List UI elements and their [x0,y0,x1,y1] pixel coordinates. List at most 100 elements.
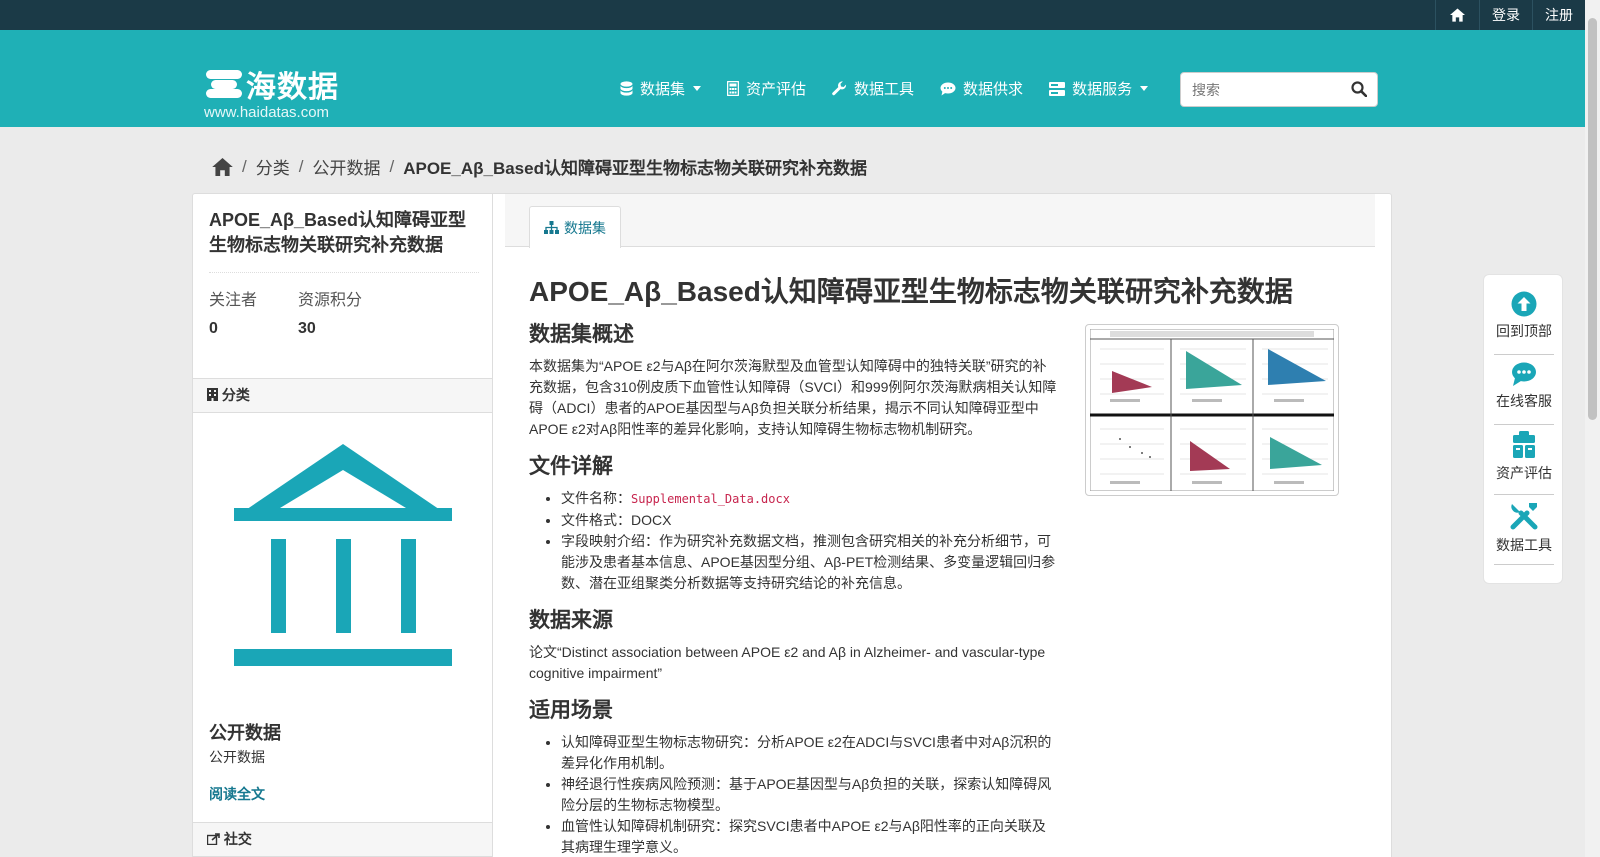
nav-item-data-services[interactable]: 数据服务 [1049,78,1149,99]
wrench-icon [832,81,847,96]
nav-label: 数据供求 [963,81,1024,98]
section-title: 分类 [221,387,250,403]
institution-icon [234,444,452,666]
breadcrumb-separator: / [298,156,304,176]
breadcrumb: / 分类 / 公开数据 / APOE_Aβ_Based认知障碍亚型生物标志物关联… [212,154,867,179]
list-item: 字段映射介绍：作为研究补充数据文档，推测包含研究相关的补充分析细节，可能涉及患者… [561,531,1059,594]
stat-points: 资源积分 30 [298,286,387,338]
category-description: 公开数据 [209,749,265,765]
page-title: APOE_Aβ_Based认知障碍亚型生物标志物关联研究补充数据 [529,276,1293,307]
asset-eval-button[interactable]: 资产评估 [1494,431,1554,495]
overview-text: 本数据集为“APOE ε2与Aβ在阿尔茨海默型及血管型认知障碍中的独特关联”研究… [529,358,1057,437]
search-input[interactable] [1181,73,1341,106]
chart-thumbnail-image [1089,328,1335,492]
data-tools-button[interactable]: 数据工具 [1494,501,1554,565]
heading-overview: 数据集概述 [529,323,634,346]
file-name-label: 文件名称： [561,490,631,506]
content-area: 数据集 APOE_Aβ_Based认知障碍亚型生物标志物关联研究补充数据 数据集… [493,194,1391,857]
main-nav: 数据集 资产评估 数据工具 数据供求 数据服务 [620,78,1174,99]
arrow-up-circle-icon [1511,291,1537,317]
floating-toolbar: 回到顶部 在线客服 资产评估 数据工具 [1483,274,1563,584]
heading-files: 文件详解 [529,455,613,478]
stats: 关注者 0 资源积分 30 [209,286,387,338]
nav-item-datasets[interactable]: 数据集 [620,78,702,99]
float-label: 在线客服 [1496,393,1552,409]
nav-label: 数据工具 [854,81,915,98]
list-item: 文件格式：DOCX [561,510,1059,531]
breadcrumb-separator: / [389,156,395,176]
sitemap-icon [544,221,559,234]
list-item: 文件名称：Supplemental_Data.docx [561,488,1059,510]
brand-name: 海数据 [246,71,339,104]
breadcrumb-public-data[interactable]: 公开数据 [312,154,380,179]
building-icon [207,388,218,401]
sidebar-title: APOE_Aβ_Based认知障碍亚型生物标志物关联研究补充数据 [209,210,467,255]
login-link[interactable]: 登录 [1479,0,1532,30]
logo-mark-icon [206,70,242,98]
page-scrollbar[interactable] [1585,0,1600,857]
float-label: 回到顶部 [1496,323,1552,339]
read-more-link[interactable]: 阅读全文 [209,784,265,804]
nav-item-asset-eval[interactable]: 资产评估 [727,78,806,99]
tabs-bar: 数据集 [505,194,1375,248]
file-details-list: 文件名称：Supplemental_Data.docx 文件格式：DOCX 字段… [561,488,1059,594]
stat-followers: 关注者 0 [209,286,298,338]
category-section-header: 分类 [193,378,492,413]
dataset-thumbnail[interactable] [1085,324,1339,496]
masthead: 海数据 www.haidatas.com 数据集 资产评估 数据工具 数据供求 … [0,30,1585,127]
back-to-top-button[interactable]: 回到顶部 [1494,291,1554,355]
section-title: 社交 [223,831,252,847]
database-icon [620,81,633,96]
stat-value: 30 [298,320,316,337]
file-name: Supplemental_Data.docx [631,492,790,506]
tab-dataset[interactable]: 数据集 [529,206,621,248]
chevron-down-icon [1140,86,1149,91]
float-label: 数据工具 [1496,537,1552,553]
nav-label: 资产评估 [746,81,807,98]
list-item: 血管性认知障碍机制研究：探究SVCI患者中APOE ε2与Aβ阳性率的正向关联及… [561,816,1059,857]
social-section-header: 社交 [193,822,492,857]
share-icon [206,833,220,846]
nav-label: 数据服务 [1072,81,1133,98]
list-item: 神经退行性疾病风险预测：基于APOE基因型与Aβ负担的关联，探索认知障碍风险分层… [561,774,1059,816]
tab-label: 数据集 [564,219,606,236]
home-icon[interactable] [212,157,233,176]
top-bar: 登录 注册 [0,0,1585,30]
float-label: 资产评估 [1496,465,1552,481]
nav-item-data-tools[interactable]: 数据工具 [832,78,914,99]
nav-label: 数据集 [640,81,686,98]
breadcrumb-separator: / [242,156,247,176]
search-icon[interactable] [1351,81,1367,97]
server-icon [1049,81,1066,96]
search-box [1180,72,1378,107]
calculator-icon [727,81,740,96]
brand-url: www.haidatas.com [204,104,330,121]
tools-icon [1510,503,1538,530]
list-item: 认知障碍亚型生物标志物研究：分析APOE ε2在ADCI与SVCI患者中对Aβ沉… [561,732,1059,774]
chevron-down-icon [693,86,702,91]
online-service-button[interactable]: 在线客服 [1494,361,1554,425]
home-icon [1450,8,1465,22]
stat-label: 资源积分 [298,292,363,309]
brand-logo[interactable]: 海数据 [206,62,339,106]
heading-source: 数据来源 [529,609,613,632]
category-title: 公开数据 [209,723,281,743]
breadcrumb-category[interactable]: 分类 [256,154,290,179]
top-links: 登录 注册 [1435,0,1585,30]
breadcrumb-current[interactable]: APOE_Aβ_Based认知障碍亚型生物标志物关联研究补充数据 [403,154,867,179]
sidebar: APOE_Aβ_Based认知障碍亚型生物标志物关联研究补充数据 关注者 0 资… [193,194,493,857]
source-text: 论文“Distinct association between APOE ε2 … [529,644,1046,681]
stat-label: 关注者 [209,292,258,309]
chat-icon [940,82,956,95]
scrollbar-thumb[interactable] [1588,18,1597,420]
divider [209,272,479,273]
clipboard-icon [1513,431,1535,458]
home-link[interactable] [1435,0,1479,30]
chat-bubble-icon [1512,362,1536,386]
nav-item-supply-demand[interactable]: 数据供求 [940,78,1023,99]
dataset-description: 数据集概述 本数据集为“APOE ε2与Aβ在阿尔茨海默型及血管型认知障碍中的独… [529,322,1059,857]
scenes-list: 认知障碍亚型生物标志物研究：分析APOE ε2在ADCI与SVCI患者中对Aβ沉… [561,732,1059,857]
main-wrapper: APOE_Aβ_Based认知障碍亚型生物标志物关联研究补充数据 关注者 0 资… [192,193,1392,857]
register-link[interactable]: 注册 [1532,0,1585,30]
heading-scenes: 适用场景 [529,699,613,722]
